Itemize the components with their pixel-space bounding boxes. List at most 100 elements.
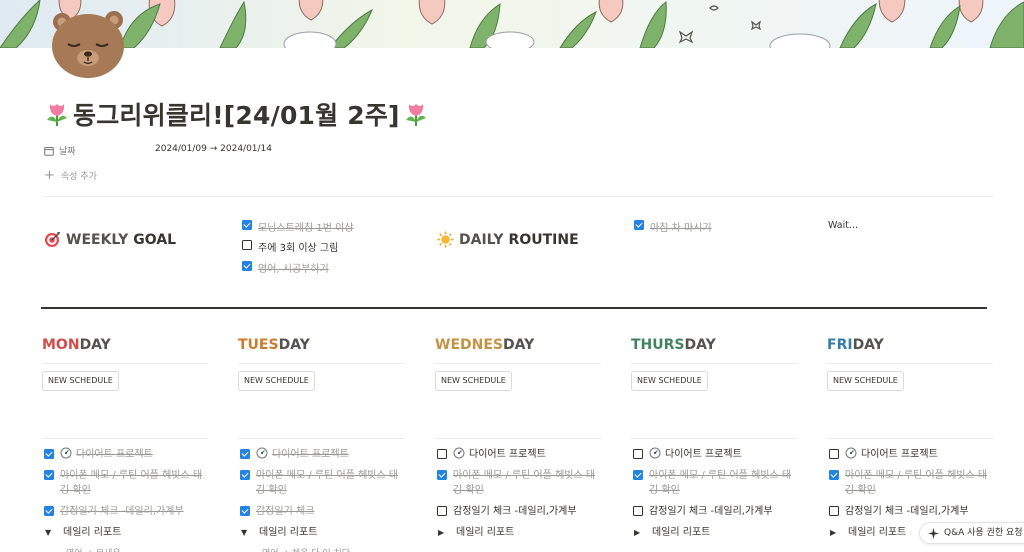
day-column: TUESDAY NEW SCHEDULE 다이어트 프로젝트 아이폰 메모 / 루틴 …: [238, 337, 404, 552]
checkbox[interactable]: [633, 506, 643, 516]
task-text: 다이어트 프로젝트: [649, 447, 797, 462]
task-item[interactable]: 아이폰 메모 / 루틴 어플 헤빗스 태깅 확인: [240, 468, 406, 498]
day-heading-rest: DAY: [278, 337, 310, 353]
toggle-child-text: 영어 ✓ 무새우: [66, 546, 232, 552]
cover-banner[interactable]: [0, 0, 1024, 48]
task-list: 다이어트 프로젝트아이폰 메모 / 루틴 어플 헤빗스 태깅 확인감정일기 체크…: [437, 447, 603, 546]
task-item[interactable]: 다이어트 프로젝트: [44, 447, 210, 462]
daily-routine-heading-accent: ROUTINE: [508, 231, 579, 248]
task-label: 감정일기 체크 -데일리,가계부: [60, 506, 184, 517]
task-item[interactable]: 다이어트 프로젝트: [829, 447, 995, 462]
caret-right-icon[interactable]: ▶: [830, 525, 839, 540]
weekly-goal-item-label: 영어, 시공부하기: [258, 264, 329, 275]
new-schedule-button[interactable]: NEW SCHEDULE: [238, 371, 315, 391]
divider: [827, 438, 993, 439]
page-icon-bear[interactable]: [46, 4, 128, 80]
task-item[interactable]: 다이어트 프로젝트: [437, 447, 603, 462]
task-text: 아이폰 메모 / 루틴 어플 헤빗스 태깅 확인: [649, 468, 797, 498]
checkbox[interactable]: [634, 220, 644, 230]
date-property-row[interactable]: 날짜 2024/01/09 → 2024/01/14: [44, 144, 272, 157]
new-schedule-button[interactable]: NEW SCHEDULE: [42, 371, 119, 391]
task-label: 아이폰 메모 / 루틴 어플 헤빗스 태깅 확인: [453, 470, 596, 496]
weekly-goal-item[interactable]: 주에 3회 이상 그림: [242, 239, 338, 254]
task-text: 아이폰 메모 / 루틴 어플 헤빗스 태깅 확인: [256, 468, 404, 498]
daily-routine-item[interactable]: 아침 차 마시기: [634, 219, 712, 234]
task-label: 감정일기 체크: [256, 506, 315, 517]
section-divider: [41, 307, 987, 309]
divider: [238, 363, 404, 364]
toggle-item[interactable]: ▶ 데일리 리포트: [633, 525, 799, 540]
task-label: 아이폰 메모 / 루틴 어플 헤빗스 태깅 확인: [845, 470, 988, 496]
toggle-item[interactable]: ▼ 데일리 리포트: [240, 525, 406, 540]
task-item[interactable]: 감정일기 체크 -데일리,가계부: [829, 504, 995, 519]
task-label: 다이어트 프로젝트: [861, 449, 938, 460]
task-text: 감정일기 체크 -데일리,가계부: [60, 504, 208, 519]
task-text: 감정일기 체크 -데일리,가계부: [453, 504, 601, 519]
toggle-label: 데일리 리포트: [652, 527, 711, 538]
add-property-button[interactable]: + 속성 추가: [44, 167, 97, 183]
task-item[interactable]: 감정일기 체크: [240, 504, 406, 519]
bear-icon: [52, 11, 124, 78]
checkbox[interactable]: [44, 470, 54, 480]
weekly-goal-item-label: 모닝스트레칭 1번 이상: [258, 223, 354, 234]
daily-routine-note[interactable]: Wait...: [828, 220, 858, 231]
checkbox[interactable]: [437, 449, 447, 459]
checkbox[interactable]: [829, 470, 839, 480]
caret-down-icon[interactable]: ▼: [45, 525, 54, 540]
checkbox[interactable]: [633, 470, 643, 480]
task-item[interactable]: 감정일기 체크 -데일리,가계부: [437, 504, 603, 519]
divider: [42, 363, 208, 364]
checkbox[interactable]: [829, 449, 839, 459]
divider: [435, 363, 601, 364]
toggle-label: 데일리 리포트: [63, 527, 122, 538]
task-item[interactable]: 아이폰 메모 / 루틴 어플 헤빗스 태깅 확인: [829, 468, 995, 498]
checkbox[interactable]: [633, 449, 643, 459]
qa-request-button[interactable]: Q&A 사용 권한 요청: [919, 522, 1024, 544]
weekly-goal-item[interactable]: 모닝스트레칭 1번 이상: [242, 219, 354, 234]
page-title[interactable]: 동그리위클리![24/01월 2주]: [44, 96, 429, 132]
task-text: 감정일기 체크: [256, 504, 404, 519]
checkbox[interactable]: [240, 449, 250, 459]
toggle-item[interactable]: ▼ 데일리 리포트: [44, 525, 210, 540]
task-item[interactable]: 아이폰 메모 / 루틴 어플 헤빗스 태깅 확인: [437, 468, 603, 498]
caret-right-icon[interactable]: ▶: [438, 525, 447, 540]
scale-icon: [256, 447, 268, 459]
day-column: MONDAY NEW SCHEDULE 다이어트 프로젝트 아이폰 메모 / 루틴 어…: [42, 337, 208, 552]
plus-icon: +: [44, 167, 55, 183]
date-property-value[interactable]: 2024/01/09 → 2024/01/14: [155, 144, 272, 154]
add-property-label: 속성 추가: [60, 172, 97, 182]
daily-routine-heading: DAILY ROUTINE: [437, 231, 579, 248]
toggle-item[interactable]: ▶ 데일리 리포트: [437, 525, 603, 540]
checkbox[interactable]: [242, 261, 252, 271]
target-icon: [45, 232, 60, 247]
scale-icon: [649, 447, 661, 459]
task-item[interactable]: 다이어트 프로젝트: [633, 447, 799, 462]
checkbox[interactable]: [829, 506, 839, 516]
checkbox[interactable]: [44, 506, 54, 516]
day-heading-rest: DAY: [79, 337, 111, 353]
task-label: 감정일기 체크 -데일리,가계부: [649, 506, 773, 517]
day-column: WEDNESDAY NEW SCHEDULE 다이어트 프로젝트 아이폰 메모 / 루…: [435, 337, 601, 552]
new-schedule-button[interactable]: NEW SCHEDULE: [827, 371, 904, 391]
checkbox[interactable]: [437, 506, 447, 516]
checkbox[interactable]: [240, 470, 250, 480]
day-column: FRIDAY NEW SCHEDULE 다이어트 프로젝트 아이폰 메모 / 루틴 어…: [827, 337, 993, 552]
task-item[interactable]: 아이폰 메모 / 루틴 어플 헤빗스 태깅 확인: [633, 468, 799, 498]
new-schedule-button[interactable]: NEW SCHEDULE: [435, 371, 512, 391]
day-heading-accent: THURS: [631, 337, 685, 353]
checkbox[interactable]: [437, 470, 447, 480]
checkbox[interactable]: [242, 240, 252, 250]
task-item[interactable]: 감정일기 체크 -데일리,가계부: [44, 504, 210, 519]
caret-down-icon[interactable]: ▼: [241, 525, 250, 540]
checkbox[interactable]: [44, 449, 54, 459]
checkbox[interactable]: [242, 220, 252, 230]
caret-right-icon[interactable]: ▶: [634, 525, 643, 540]
new-schedule-button[interactable]: NEW SCHEDULE: [631, 371, 708, 391]
task-item[interactable]: 아이폰 메모 / 루틴 어플 헤빗스 태깅 확인: [44, 468, 210, 498]
task-item[interactable]: 감정일기 체크 -데일리,가계부: [633, 504, 799, 519]
weekly-goal-item[interactable]: 영어, 시공부하기: [242, 260, 329, 275]
toggle-label: 데일리 리포트: [259, 527, 318, 538]
task-item[interactable]: 다이어트 프로젝트: [240, 447, 406, 462]
task-list: 다이어트 프로젝트아이폰 메모 / 루틴 어플 헤빗스 태깅 확인감정일기 체크…: [44, 447, 210, 552]
checkbox[interactable]: [240, 506, 250, 516]
